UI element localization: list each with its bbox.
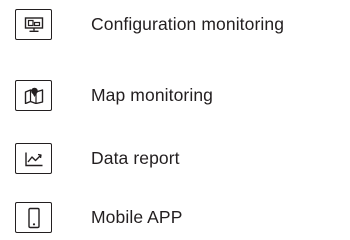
map-pin-icon xyxy=(15,80,52,111)
feature-label-data-report: Data report xyxy=(91,147,180,168)
feature-list: Configuration monitoring Map monitoring … xyxy=(0,0,350,240)
feature-item-map-monitoring[interactable]: Map monitoring xyxy=(15,79,213,112)
line-chart-icon xyxy=(15,143,52,174)
feature-item-data-report[interactable]: Data report xyxy=(15,142,180,175)
feature-label-mobile-app: Mobile APP xyxy=(91,206,183,227)
smartphone-icon xyxy=(15,202,52,233)
feature-item-mobile-app[interactable]: Mobile APP xyxy=(15,201,182,234)
feature-label-configuration-monitoring: Configuration monitoring xyxy=(91,13,285,34)
feature-label-map-monitoring: Map monitoring xyxy=(91,84,214,105)
feature-item-configuration-monitoring[interactable]: Configuration monitoring xyxy=(15,8,284,41)
monitor-icon xyxy=(15,9,52,40)
